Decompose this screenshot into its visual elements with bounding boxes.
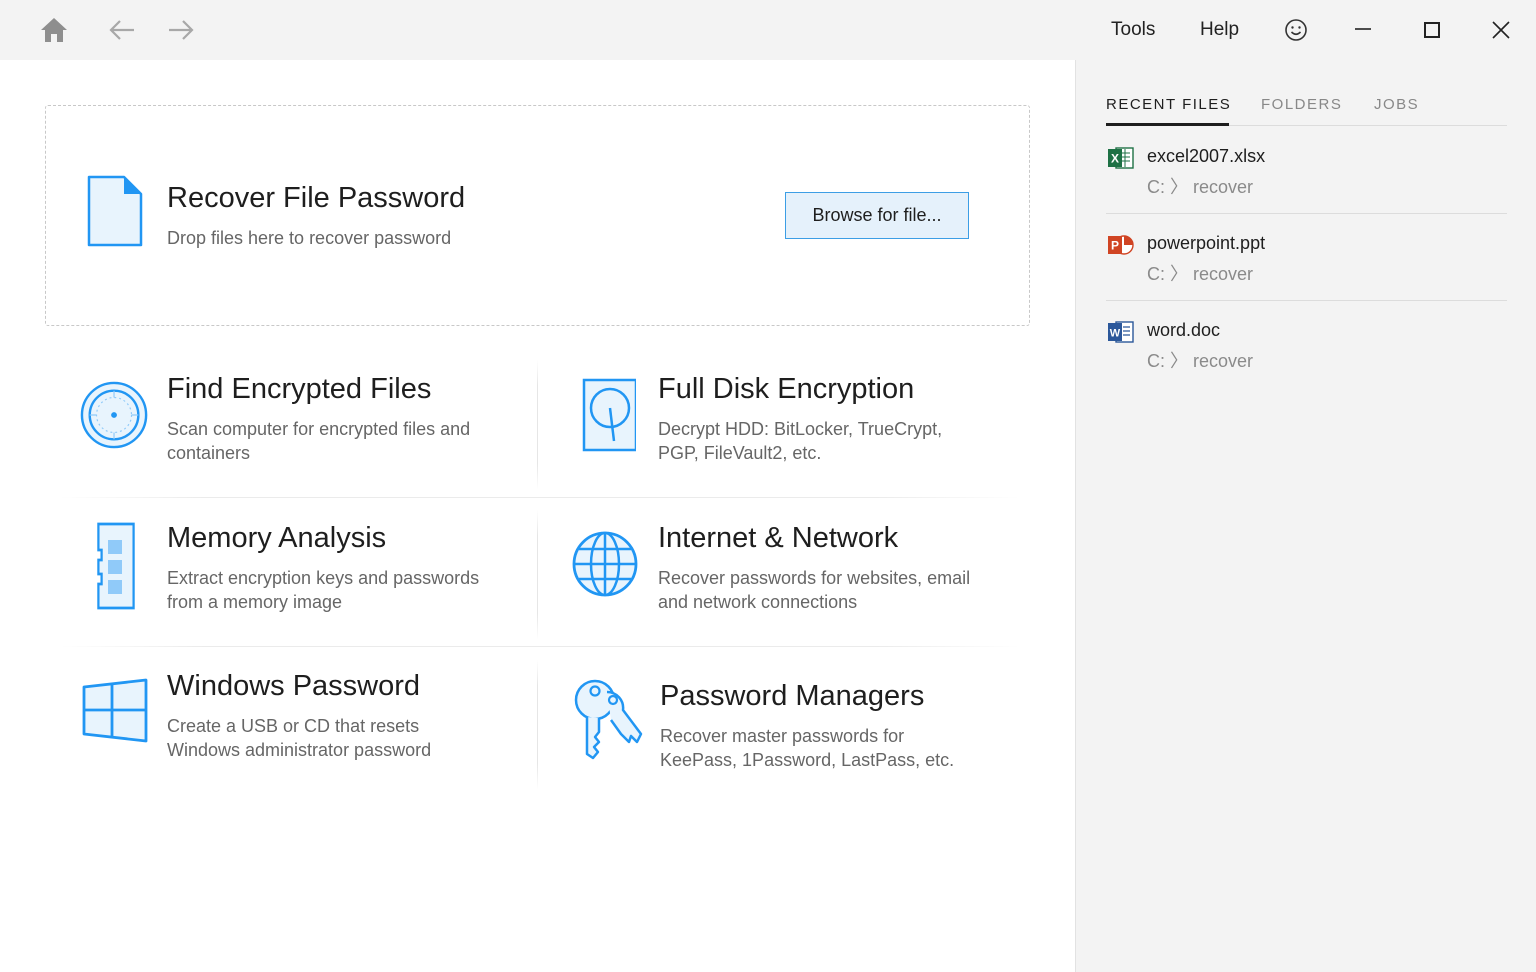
file-drop-zone[interactable]: Recover File Password Drop files here to… (45, 105, 1030, 326)
active-tab-indicator (1106, 123, 1229, 126)
tile-password-managers[interactable]: Password Managers Recover master passwor… (571, 678, 1041, 815)
recent-file-item[interactable]: X excel2007.xlsx C: 〉 recover (1106, 146, 1507, 233)
tile-description: Extract encryption keys and passwords fr… (167, 568, 480, 612)
tile-title: Windows Password (167, 670, 421, 702)
svg-text:X: X (1111, 152, 1119, 166)
tile-find-encrypted-files[interactable]: Find Encrypted Files Scan computer for e… (80, 373, 550, 508)
tile-title: Full Disk Encryption (658, 373, 915, 405)
recent-file-name: word.doc (1147, 320, 1221, 340)
recent-file-item[interactable]: P powerpoint.ppt C: 〉 recover (1106, 233, 1507, 320)
title-bar: Tools Help (0, 0, 1536, 60)
sidebar: RECENT FILES FOLDERS JOBS X excel2007.xl… (1075, 60, 1536, 972)
tab-recent-files[interactable]: RECENT FILES (1106, 96, 1231, 113)
home-icon[interactable] (36, 12, 72, 48)
tile-memory-analysis[interactable]: Memory Analysis Extract encryption keys … (80, 522, 550, 657)
main-panel: Recover File Password Drop files here to… (0, 60, 1075, 972)
tile-description: Scan computer for encrypted files and co… (167, 419, 471, 463)
sidebar-tabs: RECENT FILES FOLDERS JOBS (1106, 94, 1507, 126)
list-divider (1106, 300, 1507, 301)
tile-description: Recover passwords for websites, email an… (658, 568, 971, 612)
document-icon (86, 174, 144, 253)
windows-logo-icon (80, 670, 150, 760)
tile-description: Recover master passwords for KeePass, 1P… (660, 726, 955, 770)
list-divider (1106, 213, 1507, 214)
recent-file-path: C: 〉 recover (1147, 177, 1254, 197)
memory-chip-icon (80, 522, 150, 612)
help-menu[interactable]: Help (1200, 19, 1239, 41)
svg-text:P: P (1111, 239, 1119, 253)
recent-file-path: C: 〉 recover (1147, 264, 1254, 284)
tile-title: Memory Analysis (167, 522, 387, 554)
recent-file-path: C: 〉 recover (1147, 351, 1254, 371)
tab-folders[interactable]: FOLDERS (1261, 96, 1342, 113)
recent-file-name: excel2007.xlsx (1147, 146, 1266, 166)
recover-file-password-title: Recover File Password (167, 182, 466, 214)
excel-icon: X (1108, 146, 1134, 175)
arrow-right-icon[interactable] (163, 12, 199, 48)
arrow-left-icon[interactable] (104, 12, 140, 48)
hard-drive-icon (571, 373, 641, 463)
tile-windows-password[interactable]: Windows Password Create a USB or CD that… (80, 670, 550, 805)
maximize-icon[interactable] (1412, 10, 1452, 50)
recent-file-name: powerpoint.ppt (1147, 233, 1266, 253)
tile-description: Create a USB or CD that resets Windows a… (167, 716, 432, 760)
svg-text:W: W (1110, 328, 1121, 340)
word-icon: W (1108, 320, 1134, 349)
close-icon[interactable] (1481, 10, 1521, 50)
tile-internet-network[interactable]: Internet & Network Recover passwords for… (571, 522, 1041, 657)
smiley-icon[interactable] (1276, 10, 1316, 50)
disc-scan-icon (80, 373, 150, 463)
tile-title: Find Encrypted Files (167, 373, 432, 405)
minimize-icon[interactable] (1343, 10, 1383, 50)
keys-icon (571, 678, 647, 768)
tab-jobs[interactable]: JOBS (1374, 96, 1419, 113)
globe-icon (571, 522, 641, 612)
browse-for-file-button[interactable]: Browse for file... (785, 192, 969, 239)
tile-description: Decrypt HDD: BitLocker, TrueCrypt, PGP, … (658, 419, 943, 463)
tile-full-disk-encryption[interactable]: Full Disk Encryption Decrypt HDD: BitLoc… (571, 373, 1041, 508)
tile-title: Password Managers (660, 680, 925, 712)
recent-file-item[interactable]: W word.doc C: 〉 recover (1106, 320, 1507, 407)
powerpoint-icon: P (1108, 233, 1134, 262)
tile-title: Internet & Network (658, 522, 899, 554)
drop-files-hint: Drop files here to recover password (167, 228, 452, 248)
tools-menu[interactable]: Tools (1111, 19, 1155, 41)
